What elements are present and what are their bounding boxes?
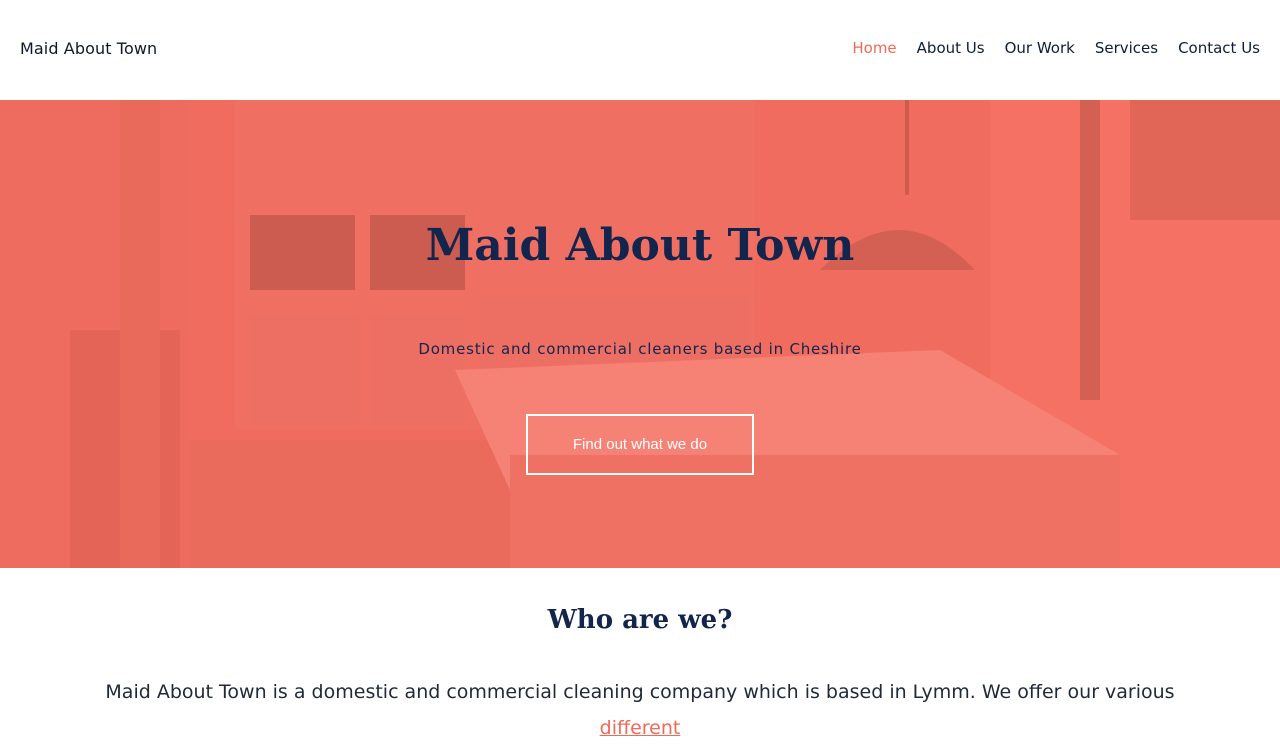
hero-subtitle: Domestic and commercial cleaners based i… (418, 340, 862, 358)
hero-overlay (0, 100, 1280, 568)
different-link[interactable]: different (600, 717, 681, 739)
nav-our-work[interactable]: Our Work (1005, 39, 1075, 57)
site-header: Maid About Town Home About Us Our Work S… (0, 0, 1280, 100)
nav-contact-us[interactable]: Contact Us (1178, 39, 1260, 57)
about-paragraph: Maid About Town is a domestic and commer… (80, 674, 1200, 746)
find-out-button[interactable]: Find out what we do (526, 414, 754, 475)
hero-title: Maid About Town (425, 220, 855, 271)
nav-services[interactable]: Services (1095, 39, 1158, 57)
nav-home[interactable]: Home (852, 39, 896, 57)
hero-section: Maid About Town Domestic and commercial … (0, 100, 1280, 568)
brand-link[interactable]: Maid About Town (20, 39, 157, 58)
main-nav: Home About Us Our Work Services Contact … (852, 39, 1260, 57)
nav-about-us[interactable]: About Us (917, 39, 985, 57)
about-heading: Who are we? (547, 605, 733, 635)
about-text: Maid About Town is a domestic and commer… (105, 681, 1175, 703)
